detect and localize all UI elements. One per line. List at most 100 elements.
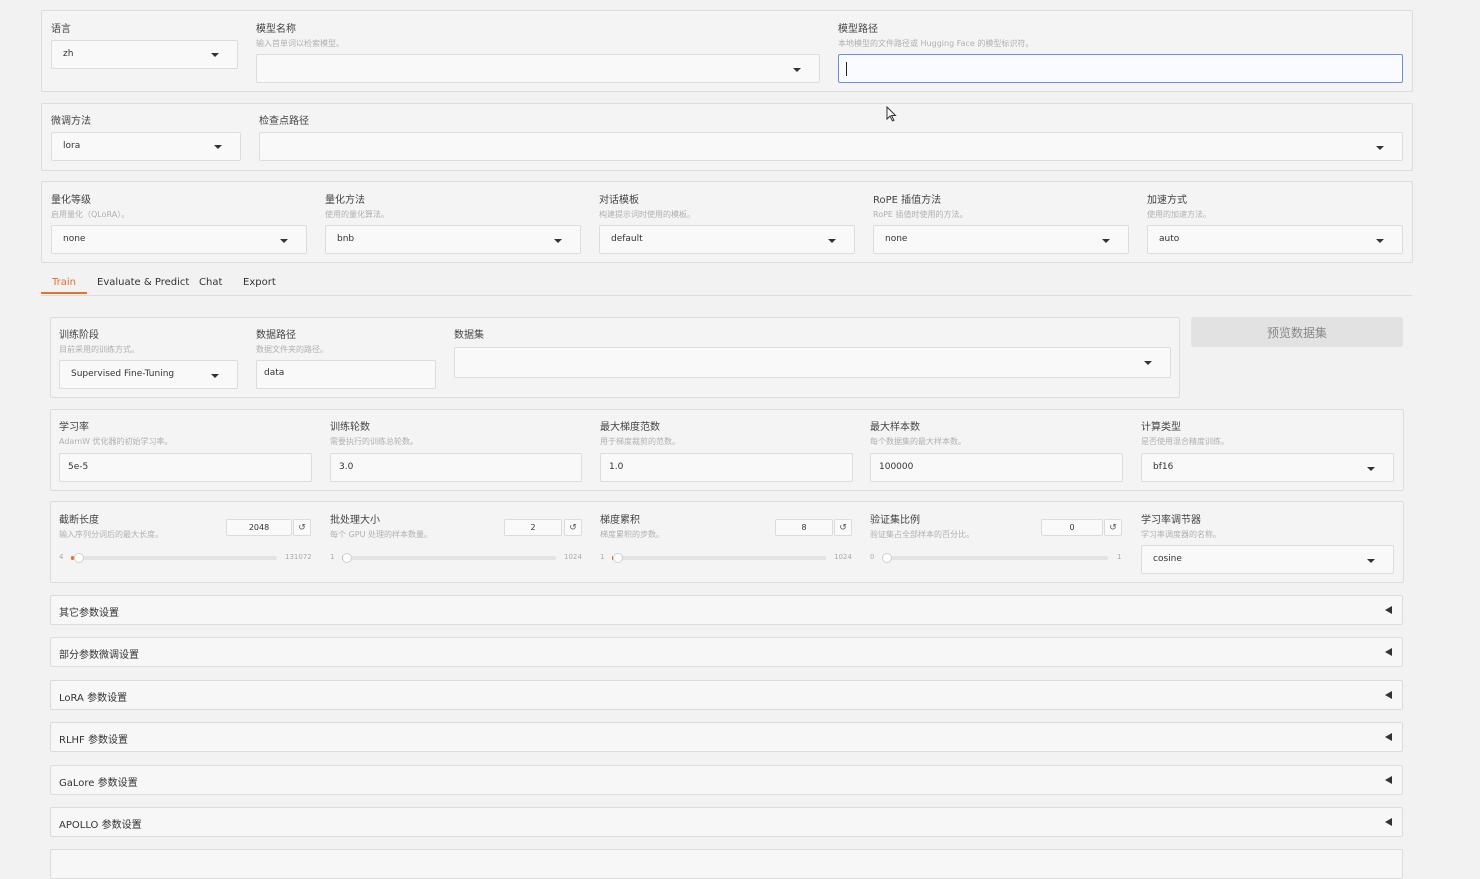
lang-value: zh [63, 49, 73, 59]
accordion-title: 其它参数设置 [59, 604, 119, 619]
quant-method-dropdown[interactable]: bnb [325, 225, 581, 254]
booster-hint: 使用的加速方法。 [1147, 209, 1211, 220]
tab-train[interactable]: Train [52, 277, 76, 288]
val-size-number[interactable]: 0 [1041, 519, 1103, 536]
accordion-partial[interactable] [50, 849, 1403, 879]
model-settings-panel: 语言 zh 模型名称 输入首单词以检索模型。 模型路径 本地模型的文件路径或 H… [41, 10, 1413, 92]
reset-icon[interactable]: ↺ [834, 519, 852, 536]
slider-thumb[interactable] [613, 553, 623, 563]
accordion-extra-settings[interactable]: 其它参数设置 [50, 595, 1403, 625]
lr-value: 5e-5 [68, 462, 88, 472]
accordion-apollo-settings[interactable]: APOLLO 参数设置 [50, 807, 1403, 837]
lr-scheduler-dropdown[interactable]: cosine [1141, 545, 1394, 574]
quant-level-dropdown[interactable]: none [51, 225, 307, 254]
reset-icon[interactable]: ↺ [1104, 519, 1122, 536]
val-size-slider[interactable] [882, 556, 1108, 560]
val-size-min: 0 [870, 553, 874, 561]
model-name-dropdown[interactable] [256, 54, 820, 83]
tab-evaluate-predict[interactable]: Evaluate & Predict [97, 277, 189, 288]
reset-icon[interactable]: ↺ [564, 519, 582, 536]
reset-icon[interactable]: ↺ [293, 519, 311, 536]
batch-size-slider[interactable] [342, 556, 556, 560]
model-path-hint: 本地模型的文件路径或 Hugging Face 的模型标识符。 [838, 38, 1033, 49]
compute-type-hint: 是否使用混合精度训练。 [1141, 436, 1229, 447]
max-grad-norm-input[interactable]: 1.0 [600, 453, 853, 482]
quant-method-value: bnb [337, 234, 354, 244]
grad-accum-label: 梯度累积 [600, 511, 640, 526]
finetune-label: 微调方法 [51, 112, 91, 127]
template-dropdown[interactable]: default [599, 225, 855, 254]
grad-accum-number[interactable]: 8 [775, 519, 833, 536]
cutoff-len-number[interactable]: 2048 [226, 519, 292, 536]
rope-dropdown[interactable]: none [873, 225, 1129, 254]
accordion-lora-settings[interactable]: LoRA 参数设置 [50, 680, 1403, 710]
epochs-value: 3.0 [339, 462, 353, 472]
lang-label: 语言 [51, 20, 71, 35]
cutoff-len-max: 131072 [285, 553, 312, 561]
chevron-down-icon [211, 53, 219, 57]
accordion-freeze-settings[interactable]: 部分参数微调设置 [50, 637, 1403, 667]
compute-type-label: 计算类型 [1141, 418, 1181, 433]
lr-input[interactable]: 5e-5 [59, 453, 312, 482]
dataset-dropdown[interactable] [454, 347, 1171, 378]
accordion-title: LoRA 参数设置 [59, 689, 127, 704]
cutoff-len-slider[interactable] [71, 556, 277, 560]
accordion-rlhf-settings[interactable]: RLHF 参数设置 [50, 722, 1403, 752]
slider-thumb[interactable] [74, 553, 84, 563]
max-samples-value: 100000 [879, 462, 913, 472]
batch-size-number[interactable]: 2 [504, 519, 562, 536]
chevron-down-icon [554, 239, 562, 243]
slider-thumb[interactable] [342, 553, 352, 563]
chevron-down-icon [1367, 559, 1375, 563]
grad-accum-slider[interactable] [612, 556, 826, 560]
data-path-input[interactable]: data [256, 360, 436, 389]
model-path-input[interactable] [838, 54, 1403, 83]
slider-thumb[interactable] [882, 553, 892, 563]
booster-label: 加速方式 [1147, 191, 1187, 206]
accordion-title: 部分参数微调设置 [59, 646, 139, 661]
mouse-pointer-icon [886, 106, 898, 123]
chevron-down-icon [1102, 239, 1110, 243]
tab-export[interactable]: Export [243, 277, 276, 288]
epochs-hint: 需要执行的训练总轮数。 [330, 436, 418, 447]
booster-dropdown[interactable]: auto [1147, 225, 1403, 254]
accordion-title: APOLLO 参数设置 [59, 816, 142, 831]
max-grad-norm-value: 1.0 [609, 462, 623, 472]
lr-hint: AdamW 优化器的初始学习率。 [59, 436, 173, 447]
max-samples-input[interactable]: 100000 [870, 453, 1123, 482]
active-tab-indicator [41, 292, 87, 294]
chevron-down-icon [828, 239, 836, 243]
accordion-galore-settings[interactable]: GaLore 参数设置 [50, 765, 1403, 795]
epochs-input[interactable]: 3.0 [330, 453, 582, 482]
max-grad-norm-hint: 用于梯度裁剪的范数。 [600, 436, 680, 447]
stage-dropdown[interactable]: Supervised Fine-Tuning [59, 360, 238, 389]
collapse-arrow-icon [1385, 648, 1392, 656]
chevron-down-icon [280, 239, 288, 243]
lang-dropdown[interactable]: zh [51, 40, 238, 69]
template-hint: 构建提示词时使用的模板。 [599, 209, 695, 220]
accordion-title: GaLore 参数设置 [59, 774, 138, 789]
stage-value: Supervised Fine-Tuning [71, 369, 174, 379]
max-grad-norm-label: 最大梯度范数 [600, 418, 660, 433]
finetune-dropdown[interactable]: lora [51, 132, 241, 161]
accordion-title: RLHF 参数设置 [59, 731, 128, 746]
booster-value: auto [1159, 234, 1179, 244]
preview-dataset-button[interactable]: 预览数据集 [1191, 317, 1403, 347]
dataset-panel: 训练阶段 目前采用的训练方式。 Supervised Fine-Tuning 数… [50, 317, 1180, 398]
cutoff-len-field: 截断长度 输入序列分词后的最大长度。 2048 ↺ 4 131072 [59, 502, 312, 582]
val-size-hint: 验证集占全部样本的百分比。 [870, 529, 974, 540]
template-value: default [611, 234, 643, 244]
compute-type-value: bf16 [1153, 462, 1173, 472]
max-samples-label: 最大样本数 [870, 418, 920, 433]
tab-chat[interactable]: Chat [199, 277, 222, 288]
lr-scheduler-hint: 学习率调度器的名称。 [1141, 529, 1221, 540]
model-name-label: 模型名称 [256, 20, 296, 35]
lr-label: 学习率 [59, 418, 89, 433]
text-cursor [846, 62, 847, 76]
collapse-arrow-icon [1385, 691, 1392, 699]
batch-size-label: 批处理大小 [330, 511, 380, 526]
tab-bar: Train Evaluate & Predict Chat Export [41, 272, 1412, 296]
checkpoint-dropdown[interactable] [259, 132, 1403, 161]
compute-type-dropdown[interactable]: bf16 [1141, 453, 1394, 482]
epochs-label: 训练轮数 [330, 418, 370, 433]
